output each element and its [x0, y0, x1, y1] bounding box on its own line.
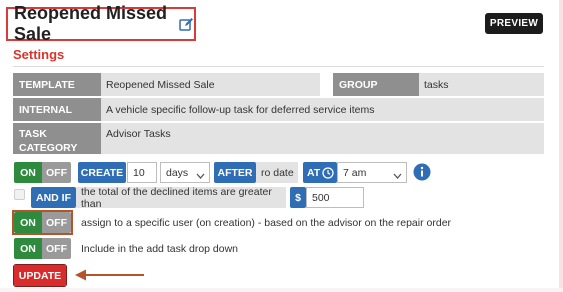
toggle-off[interactable]: OFF: [42, 212, 71, 233]
schedule-toggle[interactable]: ON OFF: [14, 162, 71, 183]
settings-heading: Settings: [13, 47, 65, 62]
at-label: AT: [303, 162, 337, 183]
toggle-off[interactable]: OFF: [42, 162, 71, 183]
task-category-label: TASK CATEGORY: [13, 123, 101, 154]
page-bottom-edge: [0, 288, 563, 292]
group-value-field[interactable]: tasks: [419, 73, 544, 96]
amount-input[interactable]: 500: [306, 187, 364, 208]
toggle-on[interactable]: ON: [14, 162, 42, 183]
and-if-label: AND IF: [31, 187, 76, 208]
page-edge: [559, 0, 563, 292]
task-category-value-field[interactable]: Advisor Tasks: [101, 123, 544, 154]
divider: [13, 66, 544, 67]
time-select[interactable]: 7 am: [337, 162, 407, 183]
preview-button[interactable]: PREVIEW: [485, 13, 543, 34]
chevron-down-icon: [196, 170, 205, 179]
toggle-on[interactable]: ON: [14, 238, 42, 259]
add-task-dropdown-text: Include in the add task drop down: [81, 242, 239, 255]
time-value: 7 am: [343, 166, 367, 179]
condition-text: the total of the declined items are grea…: [76, 186, 286, 210]
edit-icon[interactable]: [179, 17, 194, 32]
clock-icon: [322, 166, 334, 179]
create-unit-value: days: [166, 166, 189, 179]
assign-toggle[interactable]: ON OFF: [14, 212, 71, 233]
arrow-left-icon: [74, 268, 146, 282]
page-title: Reopened Missed Sale: [14, 3, 168, 44]
add-task-dropdown-toggle[interactable]: ON OFF: [14, 238, 71, 259]
currency-symbol: $: [290, 187, 306, 208]
title-highlight-box: Reopened Missed Sale: [6, 3, 196, 44]
internal-label: INTERNAL: [13, 98, 101, 121]
template-value-field[interactable]: Reopened Missed Sale: [101, 73, 320, 96]
assign-text: assign to a specific user (on creation) …: [81, 216, 452, 229]
chevron-down-icon: [393, 170, 402, 179]
condition-checkbox[interactable]: [14, 189, 25, 200]
create-label: CREATE: [78, 162, 126, 183]
toggle-on[interactable]: ON: [14, 212, 42, 233]
create-unit-select[interactable]: days: [160, 162, 210, 183]
after-label: AFTER: [214, 162, 256, 183]
after-value: ro date: [256, 162, 298, 183]
template-label: TEMPLATE: [13, 73, 101, 96]
group-label: GROUP: [333, 73, 419, 96]
info-icon[interactable]: [413, 163, 431, 181]
internal-value-field[interactable]: A vehicle specific follow-up task for de…: [101, 98, 544, 121]
update-button[interactable]: UPDATE: [13, 264, 67, 287]
toggle-off[interactable]: OFF: [42, 238, 71, 259]
create-quantity-input[interactable]: 10: [127, 162, 157, 183]
at-label-text: AT: [307, 166, 321, 179]
